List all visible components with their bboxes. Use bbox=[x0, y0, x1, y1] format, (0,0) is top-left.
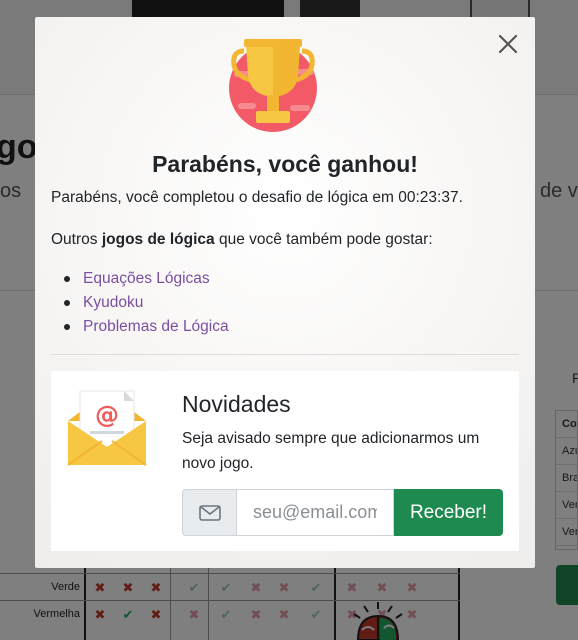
trophy-icon bbox=[229, 39, 317, 132]
list-item: Problemas de Lógica bbox=[51, 315, 229, 339]
newsletter-form: Receber! bbox=[182, 489, 503, 536]
newsletter-text: Seja avisado sempre que adicionarmos um … bbox=[182, 430, 480, 472]
other-games-intro: Outros jogos de lógica que você também p… bbox=[51, 231, 433, 249]
game-links-list: Equações Lógicas Kyudoku Problemas de Ló… bbox=[51, 267, 229, 339]
envelope-icon: @ bbox=[67, 390, 147, 466]
modal-title: Parabéns, você ganhou! bbox=[152, 151, 418, 177]
game-link-equacoes-logicas[interactable]: Equações Lógicas bbox=[83, 270, 210, 287]
close-icon[interactable] bbox=[497, 33, 519, 55]
other-games-bold: jogos de lógica bbox=[101, 231, 215, 248]
newsletter-title: Novidades bbox=[182, 391, 291, 417]
mail-icon bbox=[198, 504, 221, 521]
list-item: Kyudoku bbox=[51, 291, 229, 315]
other-games-suffix: que você também pode gostar: bbox=[214, 231, 433, 248]
game-link-problemas-de-logica[interactable]: Problemas de Lógica bbox=[83, 318, 229, 335]
receive-button[interactable]: Receber! bbox=[394, 489, 503, 536]
email-field[interactable] bbox=[236, 489, 394, 536]
victory-modal: Parabéns, você ganhou! Parabéns, você co… bbox=[35, 17, 535, 568]
newsletter-box: @ Novidades Seja avisado sempre que adic… bbox=[51, 371, 519, 551]
game-link-kyudoku[interactable]: Kyudoku bbox=[83, 294, 143, 311]
svg-text:@: @ bbox=[95, 401, 119, 429]
modal-divider bbox=[51, 354, 519, 355]
completion-message: Parabéns, você completou o desafio de ló… bbox=[51, 189, 463, 206]
email-addon bbox=[182, 489, 236, 536]
other-games-prefix: Outros bbox=[51, 231, 102, 248]
list-item: Equações Lógicas bbox=[51, 267, 229, 291]
